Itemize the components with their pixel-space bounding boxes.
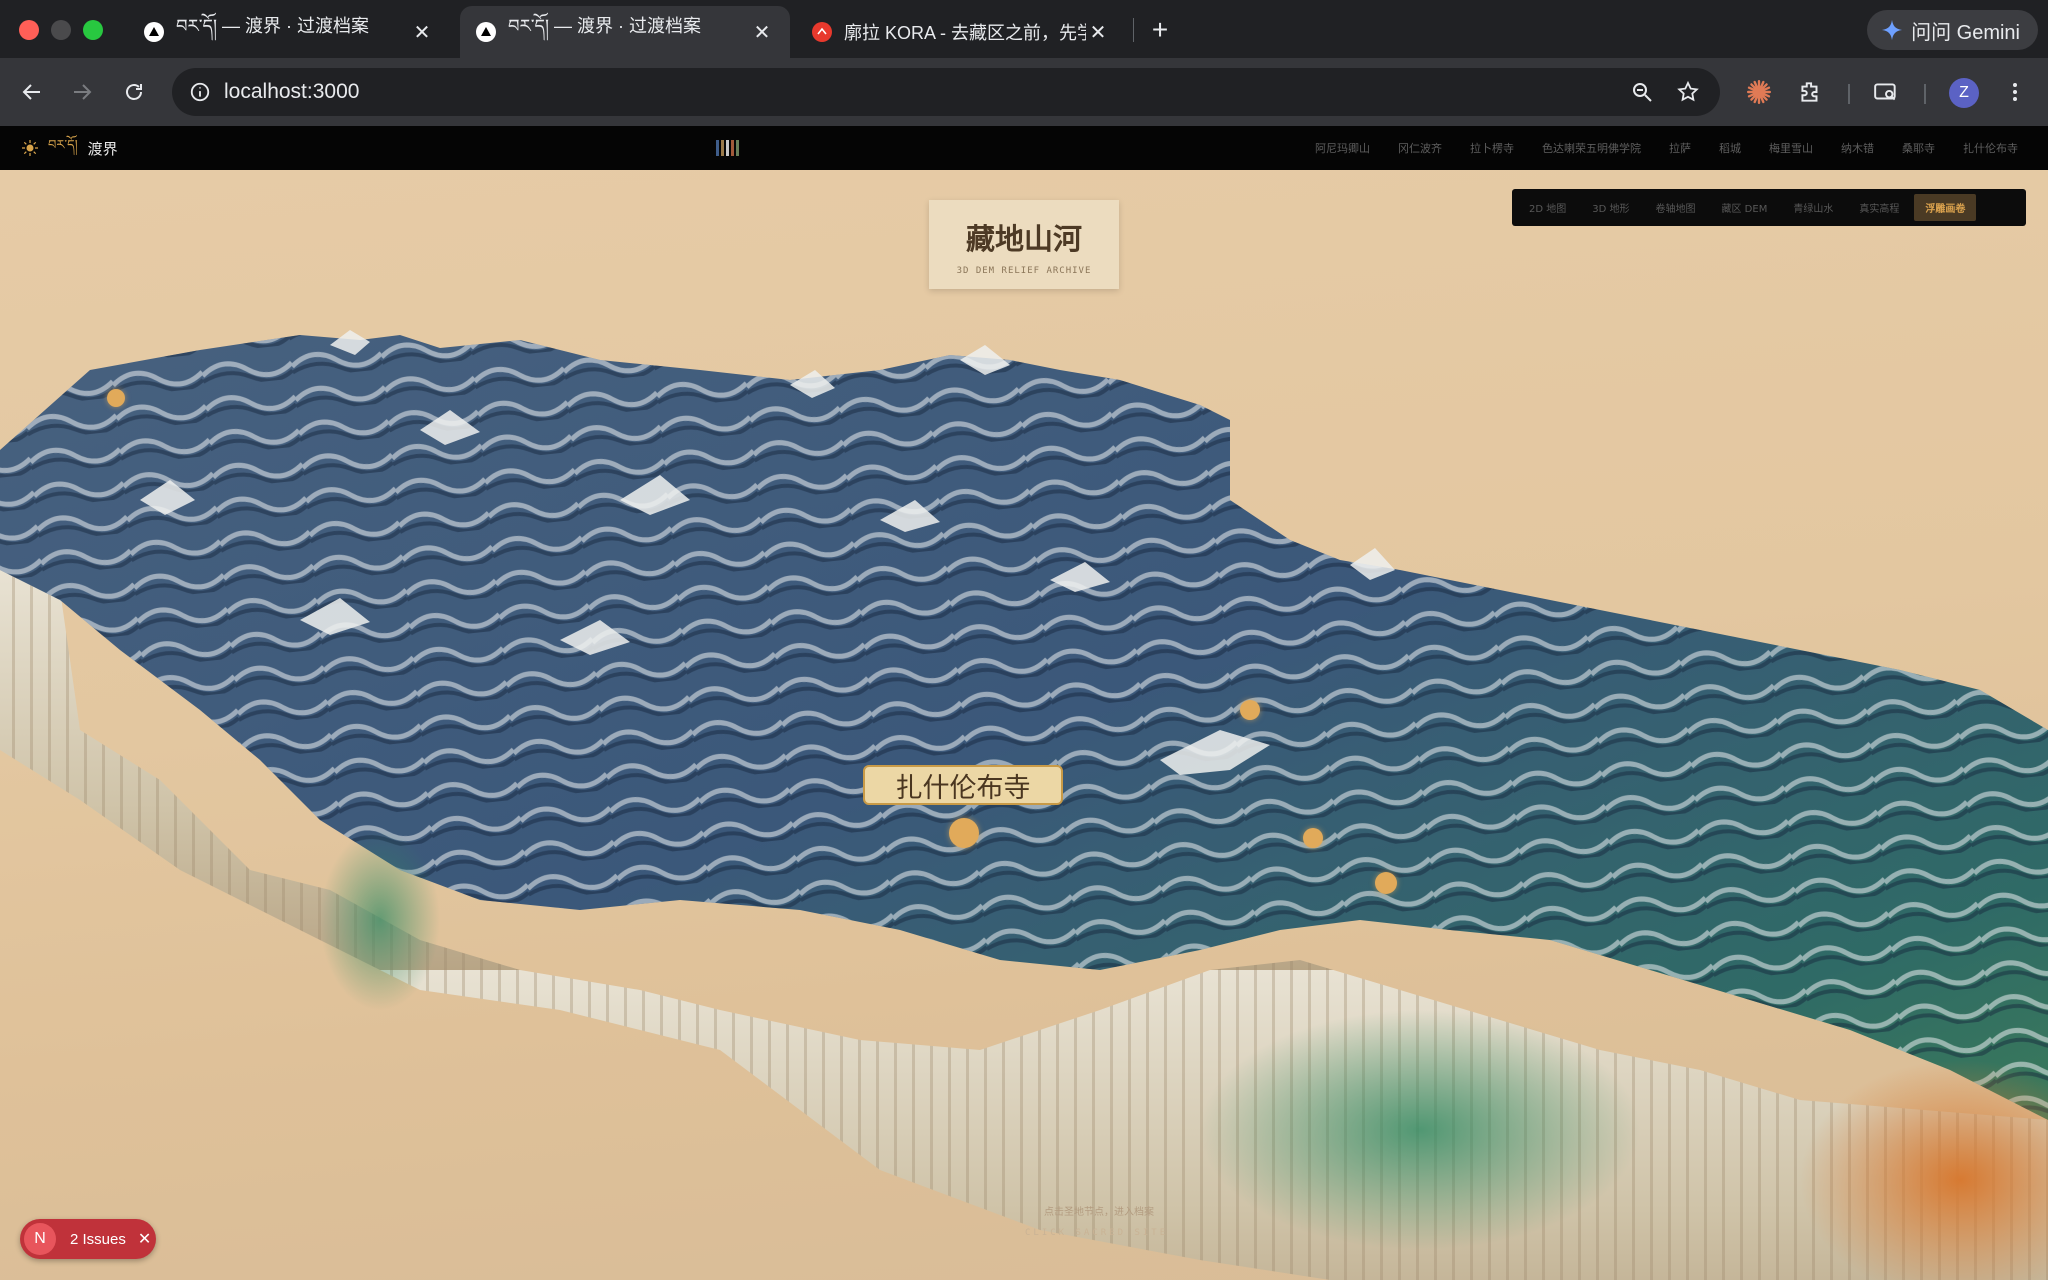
- arrow-left-icon: [22, 84, 40, 100]
- tab-search-icon[interactable]: [1868, 74, 1904, 110]
- site-header: བར་དོ། 渡界 阿尼玛卿山 冈仁波齐 拉卜楞寺 色达喇荣五明佛学院 拉萨 稻…: [0, 126, 2048, 170]
- tab-title: 廓拉 KORA - 去藏区之前，先学: [844, 23, 1086, 43]
- page-title: 藏地山河: [965, 222, 1082, 256]
- tab-close-icon[interactable]: ✕: [410, 20, 434, 44]
- brand-name: 渡界: [87, 139, 118, 158]
- gemini-label: 问问 Gemini: [1911, 21, 2020, 44]
- tab-close-icon[interactable]: ✕: [750, 20, 774, 44]
- gemini-sparkle-icon: [1882, 19, 1903, 41]
- browser-toolbar: localhost:3000 Z: [0, 58, 2048, 126]
- maximize-window-button[interactable]: [83, 20, 103, 40]
- site-marker[interactable]: [107, 389, 125, 407]
- arrow-right-icon: [74, 84, 92, 100]
- browser-tab-active[interactable]: བར་དོ། — 渡界 · 过渡档案 ✕: [460, 6, 790, 58]
- nav-link[interactable]: 冈仁波齐: [1398, 140, 1442, 156]
- browser-tab[interactable]: བར་དོ། — 渡界 · 过渡档案 ✕: [128, 6, 450, 58]
- profile-avatar[interactable]: Z: [1949, 78, 1979, 108]
- nav-link[interactable]: 扎什伦布寺: [1963, 140, 2018, 156]
- browser-tab-bar: བར་དོ། — 渡界 · 过渡档案 ✕ བར་དོ། — 渡界 · 过渡档案 …: [0, 0, 2048, 58]
- lowland-glow: [1800, 1060, 2048, 1280]
- tab-title: བར་དོ། — 渡界 · 过渡档案: [176, 16, 369, 36]
- tab-close-icon[interactable]: ✕: [1086, 20, 1110, 44]
- nav-link[interactable]: 桑耶寺: [1902, 140, 1935, 156]
- nextjs-logo-icon: N: [24, 1223, 56, 1255]
- view-option-green-landscape[interactable]: 青绿山水: [1782, 194, 1844, 221]
- minimize-window-button[interactable]: [51, 20, 71, 40]
- address-bar[interactable]: localhost:3000: [172, 68, 1720, 116]
- zoom-icon[interactable]: [1628, 78, 1656, 106]
- site-info-icon[interactable]: [184, 76, 216, 108]
- view-option-relief-scroll[interactable]: 浮雕画卷: [1914, 194, 1977, 221]
- toolbar-divider: [1848, 84, 1850, 104]
- selected-site-label[interactable]: 扎什伦布寺: [863, 765, 1063, 805]
- terrain-canvas[interactable]: [0, 170, 2048, 1280]
- kora-favicon-icon: [812, 22, 832, 42]
- valley-glow: [1200, 1010, 1640, 1250]
- vercel-favicon-icon: [144, 22, 164, 42]
- brand-tibetan: བར་དོ།: [48, 137, 78, 153]
- vercel-favicon-icon: [476, 22, 496, 42]
- page-subtitle: 3D DEM RELIEF ARCHIVE: [956, 266, 1092, 276]
- forward-button[interactable]: [64, 74, 100, 110]
- ridge-texture: [0, 335, 2048, 1120]
- dev-issues-badge[interactable]: N 2 Issues ✕: [20, 1219, 156, 1259]
- reload-icon: [126, 84, 142, 100]
- nav-link[interactable]: 纳木错: [1841, 140, 1874, 156]
- selected-site-marker[interactable]: [949, 818, 979, 848]
- more-menu-icon[interactable]: [1997, 74, 2033, 110]
- brand-logo[interactable]: བར་དོ། 渡界: [22, 126, 118, 170]
- new-tab-button[interactable]: +: [1144, 14, 1176, 46]
- close-window-button[interactable]: [19, 20, 39, 40]
- browser-tab[interactable]: 廓拉 KORA - 去藏区之前，先学 ✕: [796, 6, 1126, 58]
- terrain-relief: [0, 330, 2048, 1280]
- view-option-3d-terrain[interactable]: 3D 地形: [1581, 194, 1640, 221]
- nav-link[interactable]: 拉卜楞寺: [1470, 140, 1514, 156]
- site-marker[interactable]: [1375, 872, 1397, 894]
- nav-link[interactable]: 阿尼玛卿山: [1315, 140, 1370, 156]
- issues-count: 2 Issues: [70, 1230, 126, 1248]
- url-text[interactable]: localhost:3000: [224, 68, 359, 116]
- site-marker[interactable]: [1303, 828, 1323, 848]
- map-hint-sub: CLICK SACRED SITE: [1025, 1228, 1169, 1238]
- back-button[interactable]: [14, 74, 50, 110]
- claude-extension-icon[interactable]: [1741, 74, 1777, 110]
- view-option-2d-map[interactable]: 2D 地图: [1518, 194, 1577, 221]
- valley-glow: [320, 830, 440, 1010]
- tab-title: བར་དོ། — 渡界 · 过渡档案: [508, 16, 701, 36]
- gemini-button[interactable]: 问问 Gemini: [1867, 10, 2038, 50]
- view-mode-switcher: 2D 地图 3D 地形 卷轴地图 藏区 DEM 青绿山水 真实高程 浮雕画卷: [1512, 189, 2026, 226]
- site-marker[interactable]: [1240, 700, 1260, 720]
- tab-divider: [1133, 18, 1134, 42]
- view-option-tibet-dem[interactable]: 藏区 DEM: [1711, 194, 1779, 221]
- nav-link[interactable]: 稻城: [1719, 140, 1741, 156]
- view-option-scroll-map[interactable]: 卷轴地图: [1645, 194, 1707, 221]
- sun-icon: [22, 140, 38, 156]
- nav-link[interactable]: 拉萨: [1669, 140, 1691, 156]
- site-nav: 阿尼玛卿山 冈仁波齐 拉卜楞寺 色达喇荣五明佛学院 拉萨 稻城 梅里雪山 纳木错…: [1315, 126, 2018, 170]
- map-hint: 点击圣地节点，进入档案: [1044, 1207, 1154, 1218]
- view-option-real-elevation[interactable]: 真实高程: [1848, 194, 1910, 221]
- nav-link[interactable]: 梅里雪山: [1769, 140, 1813, 156]
- palette-mark-icon: [716, 140, 740, 156]
- reload-button[interactable]: [116, 74, 152, 110]
- nav-link[interactable]: 色达喇荣五明佛学院: [1542, 140, 1641, 156]
- close-icon[interactable]: ✕: [138, 1229, 151, 1249]
- title-card: 藏地山河 3D DEM RELIEF ARCHIVE: [929, 200, 1119, 289]
- toolbar-divider: [1924, 84, 1926, 104]
- bookmark-star-icon[interactable]: [1674, 78, 1702, 106]
- extensions-puzzle-icon[interactable]: [1792, 74, 1828, 110]
